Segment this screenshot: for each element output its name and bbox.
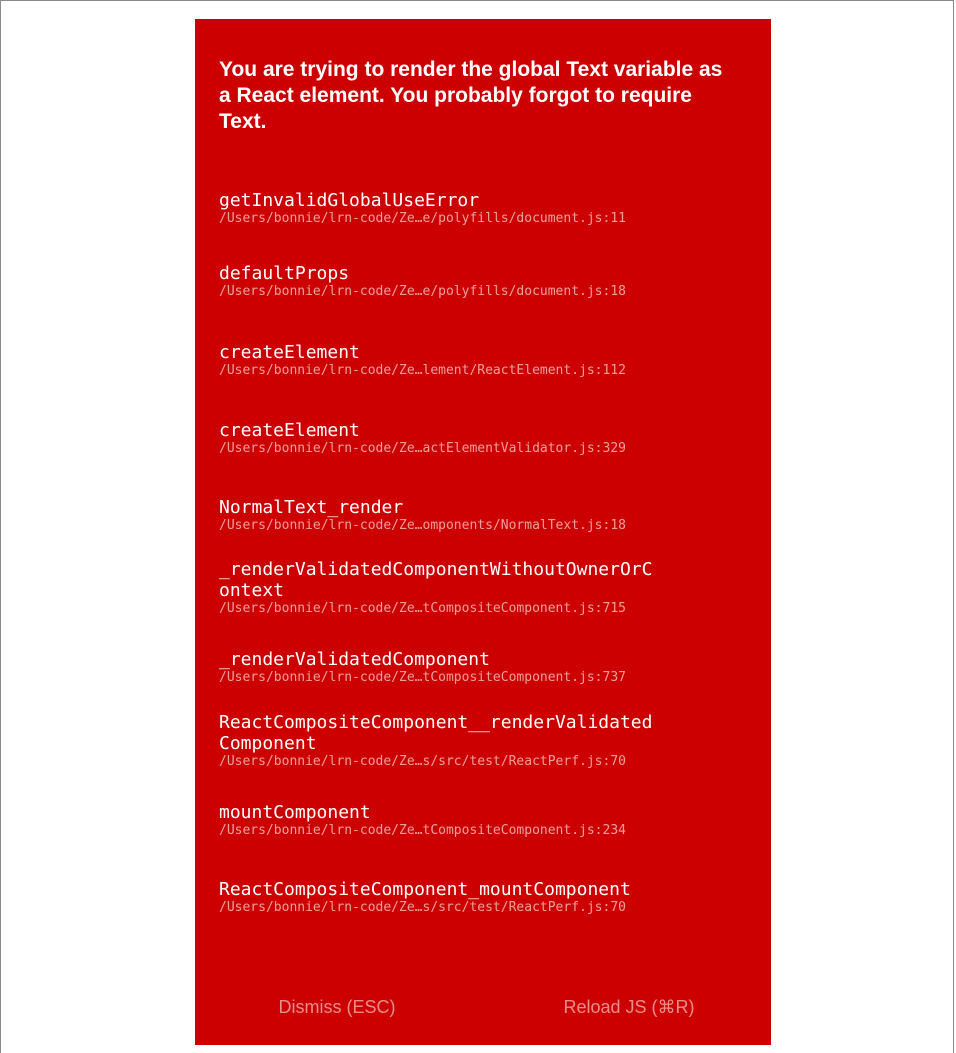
stack-frame-method: ReactCompositeComponent__renderValidated… xyxy=(219,712,653,754)
stack-frame-file: /Users/bonnie/lrn-code/Ze…s/src/test/Rea… xyxy=(219,754,626,769)
stack-frame-file: /Users/bonnie/lrn-code/Ze…e/polyfills/do… xyxy=(219,211,626,226)
stack-frame-method: _renderValidatedComponent xyxy=(219,649,490,670)
stack-frame-file: /Users/bonnie/lrn-code/Ze…tCompositeComp… xyxy=(219,601,626,616)
stack-frame-method: getInvalidGlobalUseError xyxy=(219,190,480,211)
stack-frame-file: /Users/bonnie/lrn-code/Ze…omponents/Norm… xyxy=(219,518,626,533)
stack-frame-method: ReactCompositeComponent_mountComponent xyxy=(219,879,631,900)
stack-frame[interactable]: createElement /Users/bonnie/lrn-code/Ze…… xyxy=(219,342,759,379)
stack-frame[interactable]: ReactCompositeComponent__renderValidated… xyxy=(219,712,759,770)
stack-frame[interactable]: _renderValidatedComponentWithoutOwnerOrC… xyxy=(219,559,759,617)
error-message: You are trying to render the global Text… xyxy=(219,58,723,133)
dismiss-button[interactable]: Dismiss (ESC) xyxy=(237,997,437,1018)
stack-frame-method: defaultProps xyxy=(219,263,350,284)
stack-frame-method: NormalText_render xyxy=(219,497,404,518)
stack-frame-file: /Users/bonnie/lrn-code/Ze…s/src/test/Rea… xyxy=(219,900,626,915)
stack-frame[interactable]: ReactCompositeComponent_mountComponent /… xyxy=(219,879,759,916)
stack-frame-file: /Users/bonnie/lrn-code/Ze…tCompositeComp… xyxy=(219,823,626,838)
stack-frame[interactable]: NormalText_render /Users/bonnie/lrn-code… xyxy=(219,497,759,534)
stack-frame-file: /Users/bonnie/lrn-code/Ze…tCompositeComp… xyxy=(219,670,626,685)
stack-frame[interactable]: getInvalidGlobalUseError /Users/bonnie/l… xyxy=(219,190,759,227)
stack-frame[interactable]: createElement /Users/bonnie/lrn-code/Ze…… xyxy=(219,420,759,457)
stack-frame[interactable]: defaultProps /Users/bonnie/lrn-code/Ze…e… xyxy=(219,263,759,300)
stack-frame-file: /Users/bonnie/lrn-code/Ze…e/polyfills/do… xyxy=(219,284,626,299)
red-box-error-screen: You are trying to render the global Text… xyxy=(195,19,771,1045)
stack-frame-file: /Users/bonnie/lrn-code/Ze…actElementVali… xyxy=(219,441,626,456)
reload-js-button[interactable]: Reload JS (⌘R) xyxy=(529,997,729,1018)
stack-frame[interactable]: _renderValidatedComponent /Users/bonnie/… xyxy=(219,649,759,686)
stack-frame-file: /Users/bonnie/lrn-code/Ze…lement/ReactEl… xyxy=(219,363,626,378)
stack-frame-method: _renderValidatedComponentWithoutOwnerOrC… xyxy=(219,559,653,601)
stack-frame-method: createElement xyxy=(219,342,360,363)
stack-frame-method: mountComponent xyxy=(219,802,371,823)
stack-frame-method: createElement xyxy=(219,420,360,441)
stack-frame[interactable]: mountComponent /Users/bonnie/lrn-code/Ze… xyxy=(219,802,759,839)
